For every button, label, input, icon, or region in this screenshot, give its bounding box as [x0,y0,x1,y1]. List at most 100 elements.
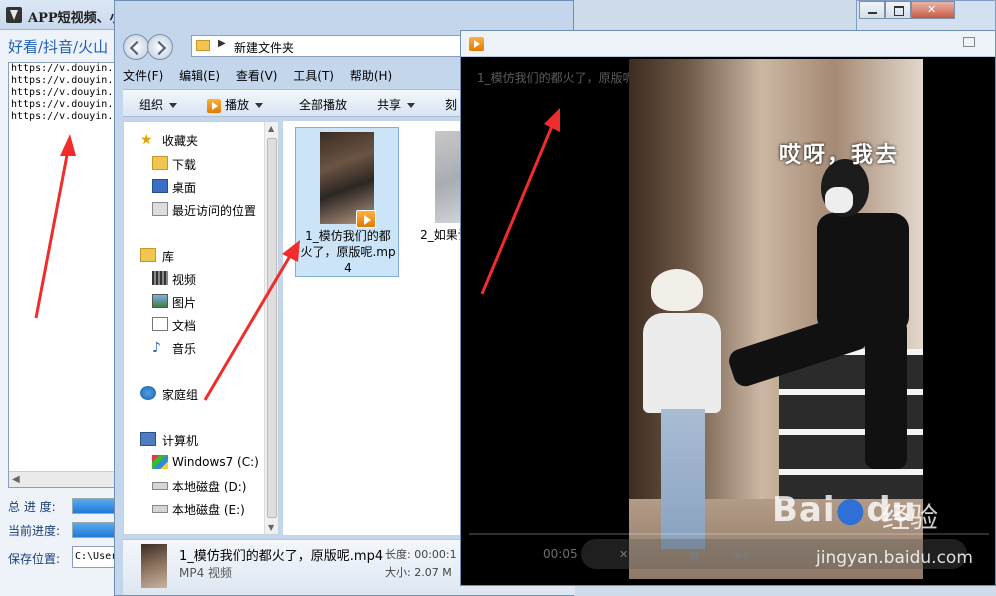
nav-drive-e[interactable]: 本地磁盘 (E:) [124,499,264,519]
menu-tools[interactable]: 工具(T) [293,67,334,84]
video-scene-torso [817,213,909,333]
nav-computer-label: 计算机 [162,434,199,448]
address-path[interactable]: 新建文件夹 [234,39,294,56]
video-thumbnail [320,132,376,228]
nav-favorites-label: 收藏夹 [162,134,199,148]
address-bar[interactable]: ▶ 新建文件夹 [191,35,481,57]
windows-drive-icon [152,455,168,469]
nav-homegroup-label: 家庭组 [162,388,199,402]
player-titlebar[interactable] [461,31,995,57]
repeat-icon[interactable]: ↻ [645,548,654,561]
url-input-box[interactable]: https://v.douyin. https://v.douyin. http… [8,62,128,488]
close-button[interactable] [911,1,955,19]
share-button[interactable]: 共享 [377,96,416,113]
nav-desktop-label: 桌面 [172,181,197,195]
maximize-button[interactable] [885,1,911,19]
nav-desktop[interactable]: 桌面 [124,177,264,197]
details-file-type: MP4 视频 [179,566,233,580]
hard-drive-icon [152,505,168,513]
desktop-icon [152,179,168,193]
menu-help[interactable]: 帮助(H) [350,67,392,84]
total-progress-label: 总 进 度: [8,500,56,514]
computer-icon [140,432,156,446]
pictures-icon [152,294,168,308]
current-progress-label: 当前进度: [8,524,61,538]
video-scene-leg [865,319,907,469]
chevron-down-icon [169,103,178,108]
nav-documents[interactable]: 文档 [124,315,264,335]
nav-scrollbar[interactable]: ▲ ▼ [264,122,278,534]
previous-icon[interactable]: ◀◀ [731,548,748,561]
playback-time: 00:05 [543,547,578,561]
menu-file[interactable]: 文件(F) [123,67,163,84]
url-horizontal-scrollbar[interactable]: ◀ [9,471,127,487]
nav-downloads[interactable]: 下载 [124,154,264,174]
library-icon [140,248,156,262]
app-subtitle: 好看/抖音/火山 [8,38,109,56]
stop-icon[interactable]: ■ [689,548,699,561]
video-scene-hat [651,269,703,311]
play-all-button[interactable]: 全部播放 [299,96,347,113]
back-button[interactable] [123,34,149,60]
navigation-pane: ★ 收藏夹 下载 桌面 最近访问的位置 库 视频 图片 文档 ♪ 音乐 家庭组 计算… [123,121,279,535]
app-titlebar[interactable]: APP短视频、小 [0,0,130,30]
video-scene-person [643,269,723,559]
minimize-button[interactable] [859,1,885,19]
menu-edit[interactable]: 编辑(E) [179,67,220,84]
nav-drive-d-label: 本地磁盘 (D:) [172,480,247,494]
nav-recent[interactable]: 最近访问的位置 [124,200,264,220]
videos-icon [152,271,168,285]
nav-pictures[interactable]: 图片 [124,292,264,312]
scroll-up-icon[interactable]: ▲ [268,124,274,133]
nav-library[interactable]: 库 [124,246,264,266]
save-location-label: 保存位置: [8,552,61,566]
baidu-jingyan-watermark: Bai●du 经验 jingyan.baidu.com [758,484,990,580]
star-icon: ★ [140,132,153,148]
player-app-icon [469,37,484,51]
maximize-icon[interactable] [963,37,975,47]
play-icon [207,98,221,113]
url-line: https://v.douyin. [11,111,114,122]
music-note-icon: ♪ [152,340,161,356]
file-item[interactable]: 1_模仿我们的都火了，原版呢.mp4 [295,127,399,277]
nav-scroll-thumb[interactable] [267,138,277,518]
shuffle-icon[interactable]: ✕ [619,548,628,561]
video-caption: 哎呀，我去 [779,143,900,168]
details-length: 长度: 00:00:1 [385,548,457,561]
nav-drive-d[interactable]: 本地磁盘 (D:) [124,476,264,496]
watermark-url: jingyan.baidu.com [816,548,973,568]
nav-drive-e-label: 本地磁盘 (E:) [172,503,245,517]
nav-drive-c-label: Windows7 (C:) [172,455,259,469]
breadcrumb-arrow-icon[interactable]: ▶ [218,38,226,49]
chevron-down-icon [255,103,264,108]
share-label: 共享 [377,98,402,112]
play-button[interactable]: 播放 [207,96,264,113]
nav-music[interactable]: ♪ 音乐 [124,338,264,358]
scroll-left-icon[interactable]: ◀ [12,474,20,485]
video-scene-jumping-person [725,159,923,499]
organize-button[interactable]: 组织 [139,96,178,113]
forward-button[interactable] [147,34,173,60]
url-line: https://v.douyin. [11,63,114,74]
nav-drive-c[interactable]: Windows7 (C:) [124,453,264,473]
nav-recent-label: 最近访问的位置 [172,204,257,218]
nav-favorites[interactable]: ★ 收藏夹 [124,130,264,150]
url-line: https://v.douyin. [11,99,114,110]
menu-view[interactable]: 查看(V) [236,67,278,84]
video-scene-jeans [661,409,705,549]
organize-label: 组织 [139,98,164,112]
nav-pictures-label: 图片 [172,296,197,310]
burn-button[interactable]: 刻 [445,96,457,113]
nav-videos[interactable]: 视频 [124,269,264,289]
nav-computer[interactable]: 计算机 [124,430,264,450]
download-app-icon [6,7,22,23]
video-play-badge-icon [356,210,376,228]
nav-library-label: 库 [162,250,175,264]
scroll-down-icon[interactable]: ▼ [268,523,274,532]
video-downloader-app: APP短视频、小 好看/抖音/火山 https://v.douyin. http… [0,0,130,596]
recent-places-icon [152,202,168,216]
nav-videos-label: 视频 [172,273,197,287]
video-scene-jacket [643,313,721,413]
play-label: 播放 [225,98,250,112]
nav-homegroup[interactable]: 家庭组 [124,384,264,404]
